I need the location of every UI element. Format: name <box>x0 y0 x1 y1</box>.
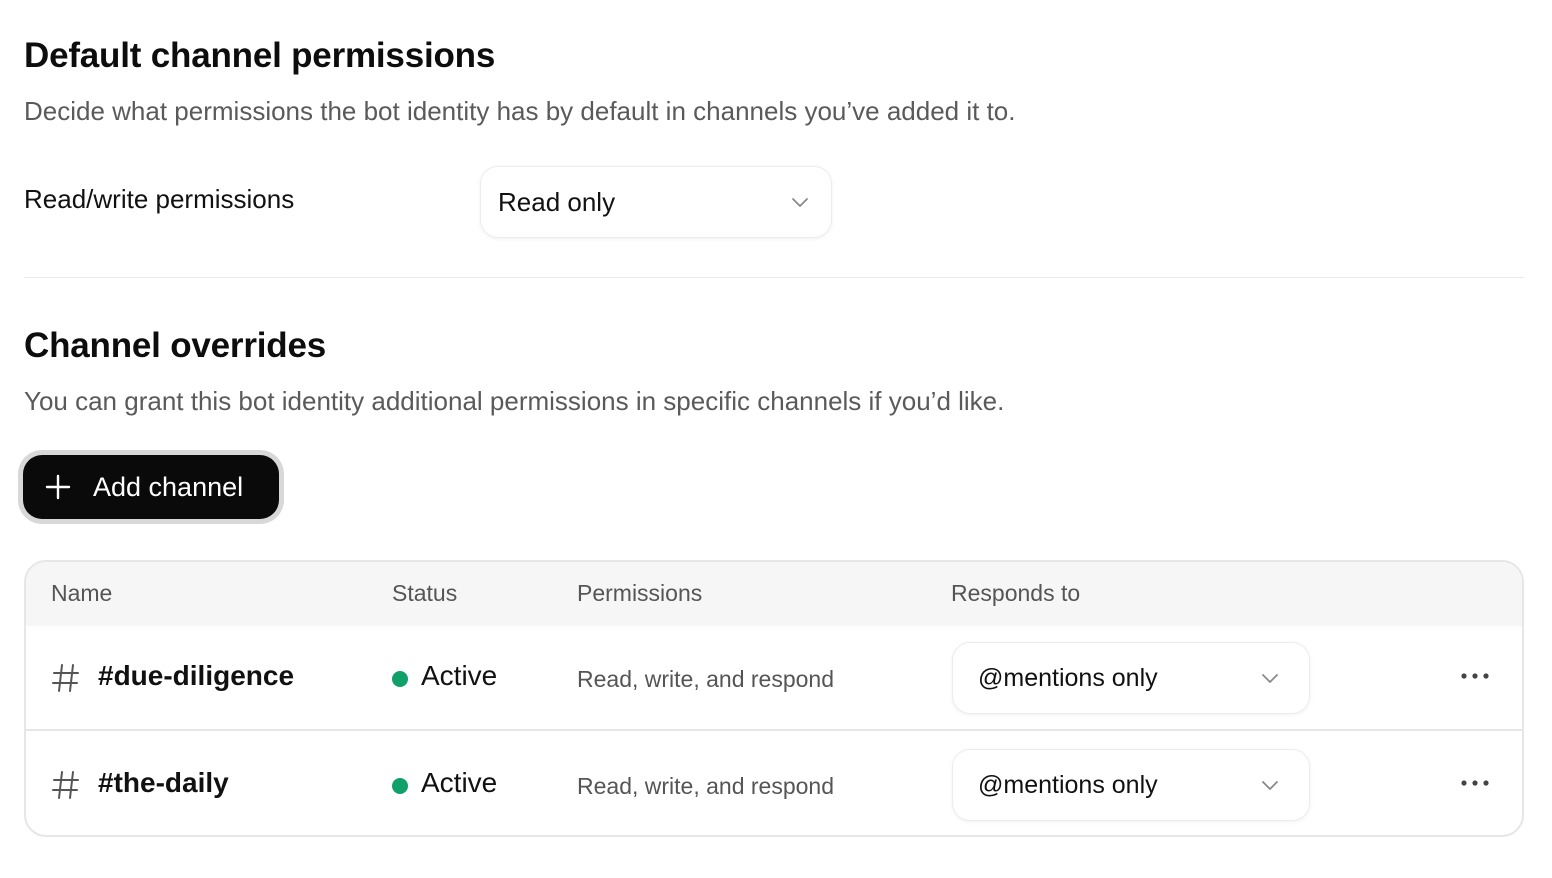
channel-name: #due-diligence <box>98 660 295 691</box>
status-dot <box>392 778 408 794</box>
column-header-name: Name <box>51 580 113 606</box>
default-permissions-description: Decide what permissions the bot identity… <box>24 96 1016 126</box>
channel-overrides-table: Name Status Permissions Responds to #due… <box>24 560 1524 837</box>
hash-icon <box>52 664 79 692</box>
column-header-responds-to: Responds to <box>951 580 1081 606</box>
more-horizontal-icon[interactable] <box>1460 670 1490 682</box>
add-channel-label: Add channel <box>93 471 244 502</box>
table-header: Name Status Permissions Responds to <box>26 562 1522 626</box>
responds-to-value: @mentions only <box>978 663 1158 692</box>
default-permissions-title: Default channel permissions <box>24 36 496 75</box>
rw-permissions-value: Read only <box>498 186 616 217</box>
status-label: Active <box>421 660 498 691</box>
permissions-text: Read, write, and respond <box>577 773 834 799</box>
responds-to-value: @mentions only <box>978 770 1158 799</box>
column-header-permissions: Permissions <box>577 580 703 606</box>
table-row: #due-diligence Active Read, write, and r… <box>26 626 1522 731</box>
channel-overrides-title: Channel overrides <box>24 326 326 365</box>
responds-to-select[interactable]: @mentions only <box>952 642 1310 714</box>
channel-overrides-description: You can grant this bot identity addition… <box>24 386 1005 416</box>
section-divider <box>24 277 1524 278</box>
table-row: #the-daily Active Read, write, and respo… <box>26 733 1522 835</box>
rw-permissions-select[interactable]: Read only <box>480 166 832 238</box>
status-label: Active <box>421 767 498 798</box>
plus-icon <box>45 474 71 500</box>
chevron-down-icon <box>1262 674 1278 683</box>
rw-permissions-label: Read/write permissions <box>24 184 295 214</box>
channel-name: #the-daily <box>98 767 229 798</box>
chevron-down-icon <box>792 198 808 207</box>
responds-to-select[interactable]: @mentions only <box>952 749 1310 821</box>
add-channel-button[interactable]: Add channel <box>18 450 284 524</box>
permissions-text: Read, write, and respond <box>577 666 834 692</box>
hash-icon <box>52 771 79 799</box>
more-horizontal-icon[interactable] <box>1460 777 1490 789</box>
status-dot <box>392 671 408 687</box>
chevron-down-icon <box>1262 781 1278 790</box>
column-header-status: Status <box>392 580 458 606</box>
